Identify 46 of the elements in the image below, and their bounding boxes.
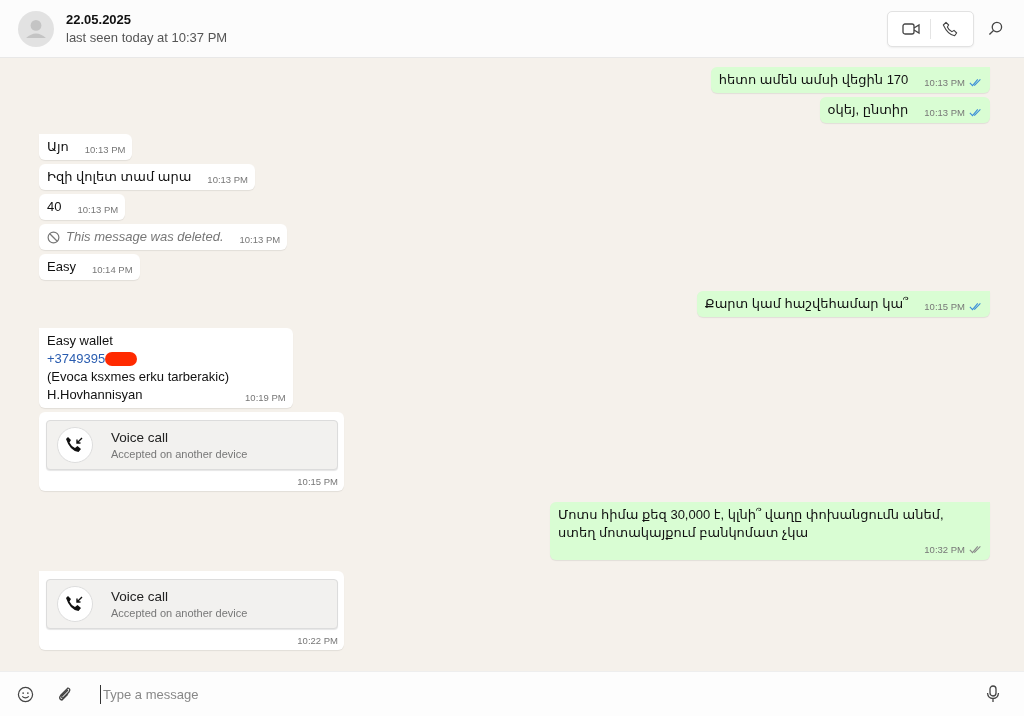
- call-title: Voice call: [111, 430, 170, 445]
- message-time: 10:32 PM: [924, 543, 965, 555]
- message-time: 10:13 PM: [207, 173, 248, 185]
- message-text: Իզի վոլետ տամ արա: [47, 168, 192, 186]
- message-text: Easy wallet: [47, 332, 114, 350]
- search-icon: [987, 21, 1003, 36]
- message-input[interactable]: Type a message: [100, 684, 972, 704]
- redaction-mark: [105, 352, 138, 366]
- video-camera-icon: [902, 21, 920, 36]
- message-text: Easy: [47, 258, 76, 276]
- smiley-icon: [16, 685, 34, 703]
- message-text: 40: [47, 198, 62, 216]
- incoming-call-icon: [57, 427, 93, 463]
- message-time: 10:15 PM: [297, 475, 338, 487]
- call-card[interactable]: Voice call Accepted on another device: [46, 420, 338, 470]
- message-time: 10:13 PM: [239, 233, 281, 245]
- message-text: Քարտ կամ հաշվեհամար կա՞: [704, 295, 909, 313]
- incoming-call-icon: [57, 586, 93, 622]
- message-text: օկեյ, ընտիր: [827, 101, 909, 119]
- message-time: 10:15 PM: [924, 300, 965, 312]
- message-time: 10:13 PM: [924, 106, 965, 118]
- message-composer[interactable]: Type a message: [0, 671, 1024, 716]
- call-title: Voice call: [111, 589, 170, 604]
- message-time: 10:22 PM: [297, 634, 338, 646]
- call-card[interactable]: Voice call Accepted on another device: [46, 579, 338, 629]
- contact-name: 22.05.2025: [66, 12, 133, 27]
- message-time: 10:13 PM: [924, 76, 965, 88]
- message-time: 10:14 PM: [91, 263, 133, 275]
- message-text: հետո ամեն ամսի վեցին 170: [718, 71, 909, 89]
- call-status: Accepted on another device: [111, 607, 248, 619]
- avatar-icon: [18, 10, 54, 47]
- message-text: Մոտս հիմա քեզ 30,000 է, կլնի՞ վաղը փոխանցումն անեմ, ստեղ մոտակայքում բանկոմատ չկա: [558, 506, 945, 542]
- call-status: Accepted on another device: [111, 448, 248, 460]
- phone-link[interactable]: +3749395: [47, 350, 106, 368]
- paperclip-icon: [57, 686, 73, 702]
- phone-icon: [942, 20, 958, 37]
- last-seen-status: last seen today at 10:37 PM: [66, 30, 229, 45]
- message-text: Այո: [47, 138, 69, 156]
- message-text: (Evoca ksxmes erku tarberakic): [47, 368, 230, 386]
- message-time: 10:13 PM: [84, 143, 126, 155]
- message-text: H.Hovhannisyan: [47, 386, 144, 404]
- deleted-message-text: This message was deleted.: [66, 228, 224, 246]
- microphone-icon: [986, 685, 1000, 703]
- message-time: 10:19 PM: [245, 391, 286, 403]
- message-time: 10:13 PM: [77, 203, 119, 215]
- blocked-icon: [47, 230, 60, 244]
